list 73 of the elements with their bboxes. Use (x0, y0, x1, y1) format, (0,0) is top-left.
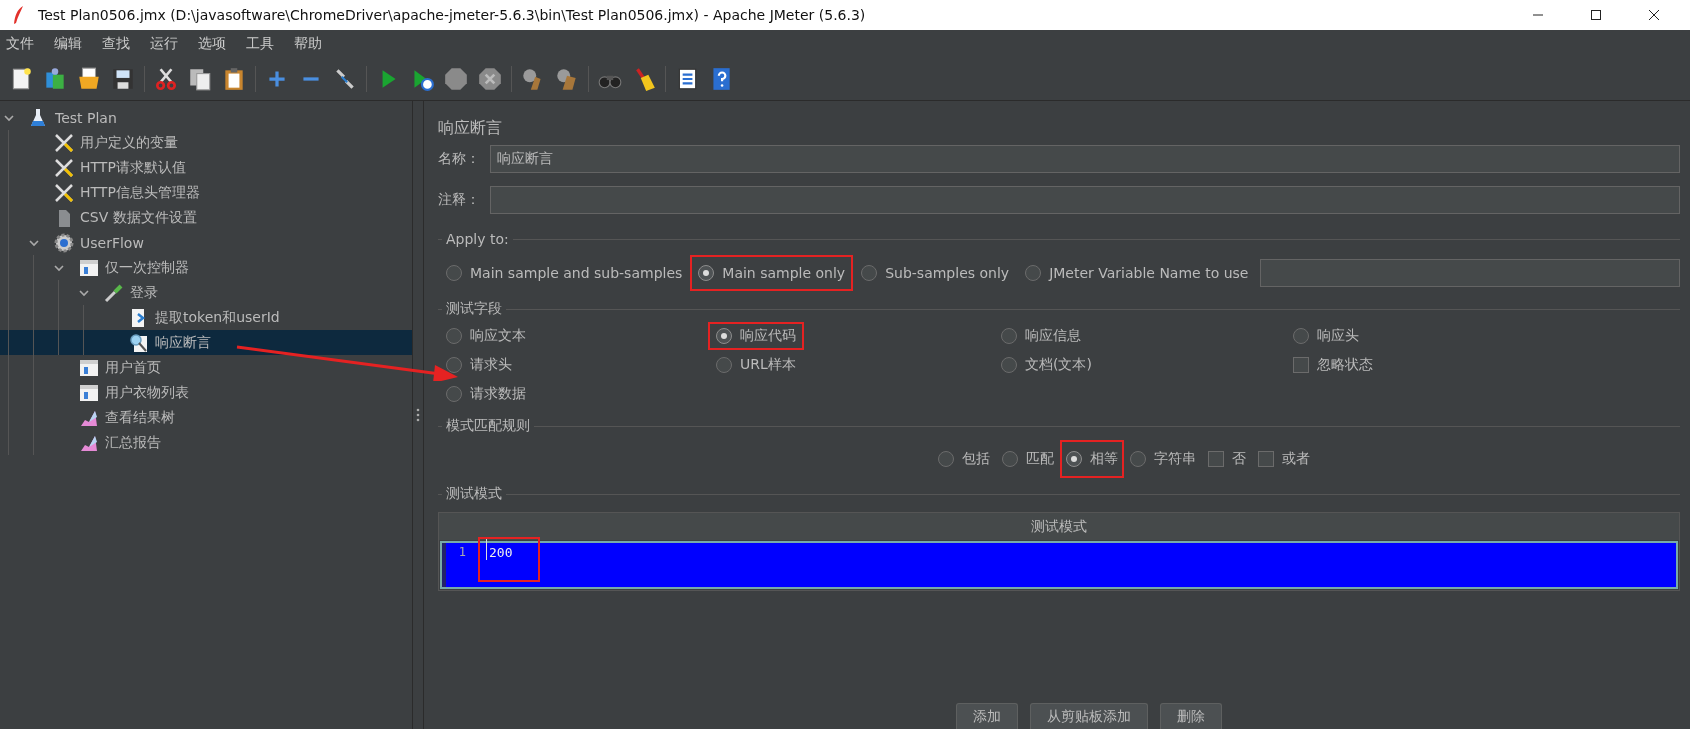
tree-item[interactable]: 汇总报告 (105, 433, 161, 452)
tree-item[interactable]: 响应断言 (155, 333, 211, 352)
menu-item[interactable]: 文件 (6, 35, 34, 53)
copy-icon[interactable] (187, 66, 213, 92)
radio-option[interactable]: 相等 (1066, 450, 1118, 468)
tree-item[interactable]: 用户首页 (105, 358, 161, 377)
tree-item[interactable]: CSV 数据文件设置 (80, 208, 197, 227)
pattern-value[interactable]: 200 (486, 539, 513, 560)
menu-item[interactable]: 编辑 (54, 35, 82, 53)
radio-option[interactable]: Sub-samples only (861, 265, 1010, 281)
maximize-icon[interactable] (1590, 9, 1602, 21)
menu-item[interactable]: 选项 (198, 35, 226, 53)
feather-icon (12, 5, 26, 25)
menu-item[interactable]: 帮助 (294, 35, 322, 53)
radio-option[interactable]: Main sample and sub-samples (446, 265, 683, 281)
selected-tree-row[interactable]: 响应断言 (0, 330, 412, 355)
radio-option[interactable]: 字符串 (1130, 450, 1196, 468)
shutdown-icon[interactable] (477, 66, 503, 92)
name-field[interactable]: 响应断言 (490, 145, 1680, 173)
menu-item[interactable]: 运行 (150, 35, 178, 53)
tree-item[interactable]: HTTP信息头管理器 (80, 183, 200, 202)
open-folder-icon[interactable] (76, 66, 102, 92)
section-title: 测试字段 (446, 300, 502, 318)
tree-item[interactable]: 用户定义的变量 (80, 133, 178, 152)
wrench-icon (53, 131, 75, 154)
action-button[interactable]: 删除 (1160, 703, 1222, 729)
stop-icon[interactable] (443, 66, 469, 92)
wrench-icon (53, 181, 75, 204)
tree-item[interactable]: 查看结果树 (105, 408, 175, 427)
radio-option[interactable]: 文档(文本) (1001, 355, 1092, 374)
section-title: 模式匹配规则 (446, 417, 530, 435)
section-title: 测试模式 (446, 485, 502, 503)
tree-item[interactable]: 仅一次控制器 (105, 258, 189, 277)
splitter-handle-icon[interactable] (416, 408, 420, 422)
radio-option[interactable]: JMeter Variable Name to use (1025, 265, 1249, 281)
radio-option[interactable]: 包括 (938, 450, 990, 468)
radio-option[interactable]: 响应代码 (716, 326, 796, 345)
variable-name-field[interactable] (1260, 259, 1680, 287)
radio-option[interactable]: 响应信息 (1001, 326, 1081, 345)
save-icon[interactable] (110, 66, 136, 92)
radio-option[interactable]: Main sample only (698, 265, 846, 281)
checkbox-option[interactable]: 或者 (1258, 450, 1310, 468)
checkbox-option[interactable]: 忽略状态 (1293, 355, 1373, 374)
tree-item[interactable]: UserFlow (80, 234, 144, 251)
gear-icon (53, 231, 75, 254)
radio-option[interactable]: URL样本 (716, 355, 796, 374)
field-label: 名称： (438, 150, 481, 168)
panel-title: 响应断言 (438, 116, 503, 139)
action-button[interactable]: 添加 (956, 703, 1018, 729)
tree-item[interactable]: 登录 (130, 283, 158, 302)
comment-field[interactable] (490, 186, 1680, 214)
tree-item[interactable]: 用户衣物列表 (105, 383, 189, 402)
column-header: 测试模式 (439, 513, 1679, 540)
wrench-icon (53, 156, 75, 179)
scissors-icon[interactable] (153, 66, 179, 92)
menu-item[interactable]: 查找 (102, 35, 130, 53)
menu-item[interactable]: 工具 (246, 35, 274, 53)
line-number: 1 (457, 544, 466, 559)
section-title: Apply to: (446, 231, 509, 247)
radio-option[interactable]: 响应头 (1293, 326, 1359, 345)
tree-item[interactable]: 提取token和userId (155, 308, 280, 327)
tree-item[interactable]: HTTP请求默认值 (80, 158, 186, 177)
radio-option[interactable]: 响应文本 (446, 326, 526, 345)
radio-option[interactable]: 匹配 (1002, 450, 1054, 468)
radio-option[interactable]: 请求数据 (446, 384, 526, 403)
window-title: Test Plan0506.jmx (D:\javasoftware\ChromeDriver\apache-jmeter-5.6.3\bin\Test Plan0506.jmx) - Apache JMeter (5.6.3) (38, 7, 866, 23)
action-button[interactable]: 从剪贴板添加 (1030, 703, 1148, 729)
magnifier-icon (128, 331, 150, 354)
radio-option[interactable]: 请求头 (446, 355, 512, 374)
tree-item[interactable]: Test Plan (55, 109, 117, 126)
field-label: 注释： (438, 191, 481, 209)
close-icon[interactable] (1648, 9, 1660, 21)
checkbox-option[interactable]: 否 (1208, 450, 1246, 468)
